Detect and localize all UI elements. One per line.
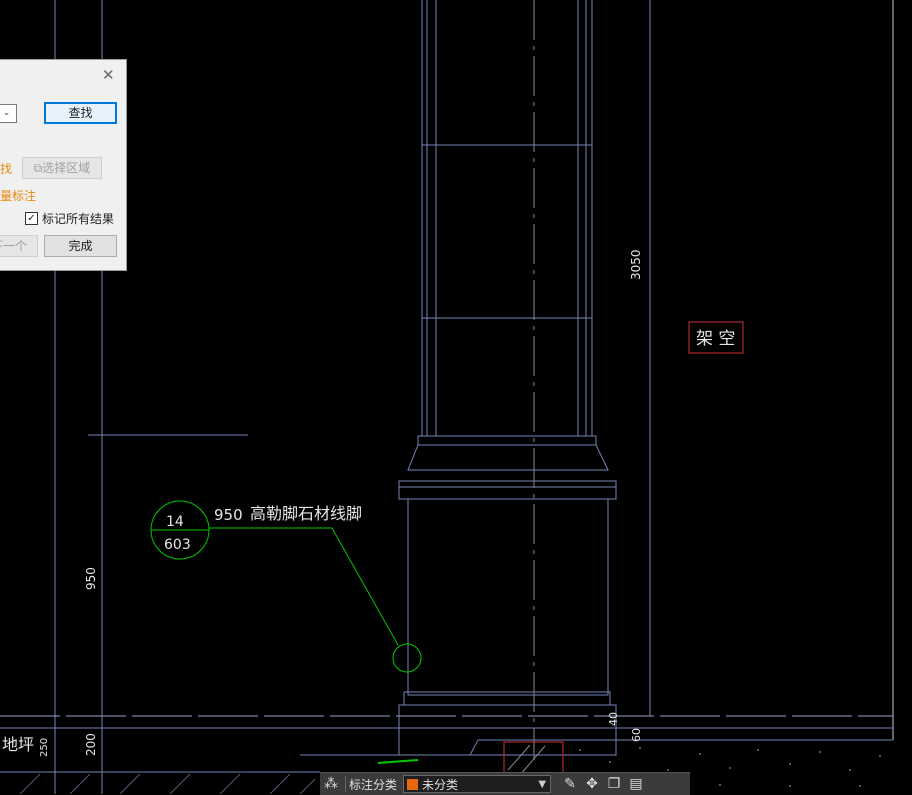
cad-drawing-canvas[interactable]: 3050 950 200 40 60 14 603 950 高勒脚石材线脚 架 …: [0, 0, 912, 794]
note-number: 950: [214, 506, 243, 524]
column-base: [398, 435, 617, 756]
select-area-label: 选择区域: [42, 161, 91, 175]
dim-950: 950: [84, 567, 98, 590]
find-link[interactable]: 找: [0, 160, 12, 177]
annotation-category-label: 标注分类: [349, 777, 398, 792]
find-dialog: ✕ ⌄ 查找 找 ⧉选择区域 量标注 ✓ 标记所有结果 下一个 完成: [0, 59, 127, 271]
copy-icon[interactable]: ❐: [603, 776, 625, 792]
overhead-label: 架 空: [696, 329, 735, 349]
detail-callout-bottom: 603: [164, 537, 191, 553]
section-hatch: [507, 744, 546, 776]
earth-hatch: [19, 773, 316, 794]
find-button[interactable]: 查找: [44, 102, 117, 124]
chevron-down-icon: ▼: [538, 778, 547, 790]
floor-dim: 250: [39, 738, 50, 757]
batch-annotate-link[interactable]: 量标注: [0, 187, 36, 204]
toolbar-separator: [345, 776, 346, 792]
checkbox-checked-icon: ✓: [25, 212, 38, 225]
detail-callout-top: 14: [166, 514, 184, 530]
grid-icon[interactable]: ⁂: [320, 776, 342, 792]
floor-step-line: [300, 739, 893, 756]
category-value: 未分类: [422, 777, 459, 792]
category-color-swatch: [407, 778, 419, 790]
mark-all-checkbox[interactable]: ✓ 标记所有结果: [25, 210, 114, 227]
category-select[interactable]: 未分类 ▼: [403, 775, 552, 793]
dim-200: 200: [84, 733, 98, 756]
move-icon[interactable]: ✥: [581, 776, 603, 792]
done-button[interactable]: 完成: [44, 235, 117, 257]
paste-icon[interactable]: ▤: [625, 776, 647, 792]
leader-line: [209, 527, 399, 646]
select-area-icon: ⧉: [33, 161, 43, 175]
dim-60: 60: [630, 728, 643, 742]
note-text: 高勒脚石材线脚: [250, 504, 362, 523]
edit-icon[interactable]: ✎: [559, 776, 581, 792]
annotation-toolbar: ⁂ 标注分类 未分类 ▼ ✎ ✥ ❐ ▤: [320, 772, 690, 795]
green-arrow-mark: [377, 759, 419, 764]
select-area-button[interactable]: ⧉选择区域: [22, 157, 102, 179]
column-shaft: [421, 0, 593, 436]
dim-3050: 3050: [629, 249, 643, 280]
close-icon[interactable]: ✕: [102, 66, 115, 84]
leader-end-circle: [392, 643, 422, 673]
dim-40: 40: [607, 712, 620, 726]
floor-label: 地坪: [2, 735, 34, 754]
mark-all-label: 标记所有结果: [42, 212, 115, 226]
search-combo-dropdown[interactable]: ⌄: [0, 104, 17, 123]
next-button[interactable]: 下一个: [0, 235, 38, 257]
